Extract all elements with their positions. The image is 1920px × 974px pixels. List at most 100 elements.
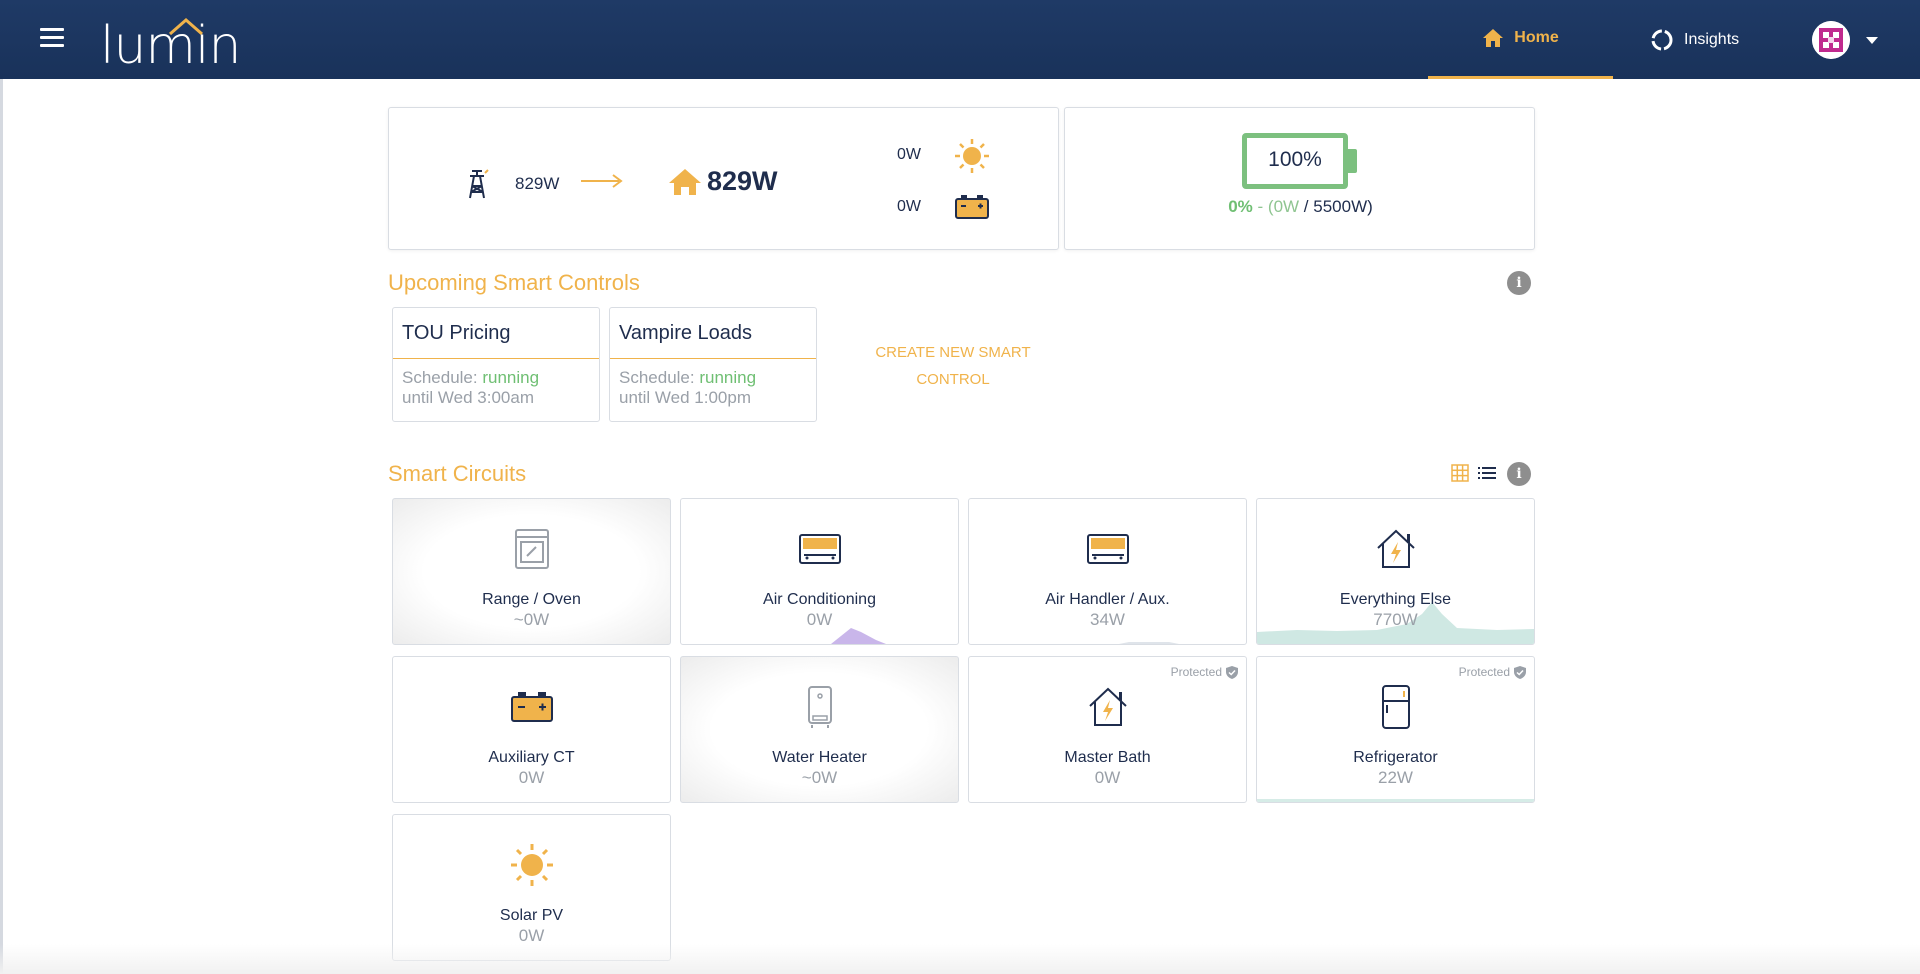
schedule-prefix: Schedule:	[619, 368, 700, 387]
home-icon	[669, 169, 701, 195]
battery-rate: 0%	[1228, 197, 1253, 216]
usage-sparkline	[1257, 799, 1534, 802]
nav-insights-label: Insights	[1684, 30, 1740, 48]
battery-power: 0W	[1273, 197, 1300, 216]
circuit-solar-pv[interactable]: Solar PV 0W	[392, 814, 671, 961]
house-bolt-icon	[1376, 529, 1415, 568]
circuit-value: 22W	[1378, 768, 1413, 787]
battery-rate-line: 0% - (0W / 5500W)	[1065, 197, 1536, 217]
circuit-range-oven[interactable]: Range / Oven ~0W	[392, 498, 671, 645]
schedule-status: running	[699, 368, 757, 387]
protected-badge: Protected	[1171, 665, 1238, 679]
circuit-name: Range / Oven	[482, 591, 581, 608]
smart-control-card-vampire[interactable]: Vampire Loads Schedule: running until We…	[609, 307, 817, 422]
avatar[interactable]	[1812, 21, 1850, 59]
bottom-edge	[0, 944, 1920, 974]
create-label-line1: CREATE NEW SMART	[875, 344, 1031, 361]
energy-flow-card: 829W 829W 0W 0W	[388, 107, 1059, 250]
sun-icon	[955, 139, 989, 173]
schedule-prefix: Schedule:	[402, 368, 483, 387]
water-heater-icon	[807, 686, 832, 728]
circuit-value: ~0W	[513, 610, 550, 629]
schedule-status: running	[482, 368, 540, 387]
circuit-value: ~0W	[801, 768, 838, 787]
circuit-air-handler[interactable]: Air Handler / Aux. 34W	[968, 498, 1247, 645]
circuit-name: Water Heater	[772, 749, 867, 766]
circuit-everything-else[interactable]: Everything Else 770W	[1256, 498, 1535, 645]
smart-control-name: TOU Pricing	[402, 322, 511, 344]
protected-label: Protected	[1458, 665, 1510, 679]
circuit-value: 0W	[1094, 768, 1121, 787]
logo-text: lumin	[100, 16, 241, 76]
schedule-until: until Wed 3:00am	[402, 388, 534, 407]
circuit-name: Air Handler / Aux.	[1045, 591, 1170, 608]
list-view-icon[interactable]	[1478, 466, 1496, 480]
avatar-pattern-icon	[1812, 21, 1850, 59]
usage-sparkline	[831, 628, 886, 644]
circuit-value: 770W	[1373, 610, 1418, 629]
power-tower-icon	[469, 169, 489, 199]
sun-icon	[510, 844, 553, 886]
battery-icon	[510, 692, 553, 722]
battery-gauge: 100%	[1242, 133, 1357, 189]
smart-control-schedule: Schedule: running until Wed 1:00pm	[619, 368, 756, 408]
battery-capacity: 5500W)	[1313, 197, 1373, 216]
circuit-name: Refrigerator	[1353, 749, 1438, 766]
house-bolt-icon	[1088, 687, 1127, 726]
circuit-water-heater[interactable]: Water Heater ~0W	[680, 656, 959, 803]
home-power-value: 829W	[707, 166, 778, 196]
lumin-logo[interactable]: lumin	[100, 12, 241, 72]
home-icon	[1483, 29, 1504, 47]
create-label-line2: CONTROL	[916, 371, 990, 388]
nav-home-tab[interactable]: Home	[1428, 0, 1613, 79]
flow-arrow-icon	[581, 174, 623, 188]
circuit-name: Master Bath	[1064, 749, 1151, 766]
oven-icon	[514, 529, 549, 569]
circuit-name: Auxiliary CT	[488, 749, 575, 766]
battery-slash: /	[1299, 197, 1314, 216]
smart-control-name: Vampire Loads	[619, 322, 753, 344]
grid-view-icon[interactable]	[1451, 464, 1469, 482]
page-left-edge	[0, 79, 3, 974]
top-navigation-bar: lumin Home Insights	[0, 0, 1920, 79]
smart-circuits-info-icon[interactable]: i	[1507, 462, 1531, 486]
grid-power-value: 829W	[515, 174, 560, 193]
protected-badge: Protected	[1459, 665, 1526, 679]
schedule-until: until Wed 1:00pm	[619, 388, 751, 407]
chevron-down-icon[interactable]	[1866, 36, 1878, 44]
circuit-name: Air Conditioning	[763, 591, 876, 608]
circuit-refrigerator[interactable]: Protected Refrigerator 22W	[1256, 656, 1535, 803]
smart-control-card-tou[interactable]: TOU Pricing Schedule: running until Wed …	[392, 307, 600, 422]
insights-icon	[1651, 29, 1673, 50]
menu-icon[interactable]	[40, 28, 64, 50]
divider	[393, 358, 599, 359]
nav-insights-tab[interactable]: Insights	[1650, 0, 1770, 79]
protected-label: Protected	[1170, 665, 1222, 679]
battery-status-card: 100% 0% - (0W / 5500W)	[1064, 107, 1535, 250]
solar-power-value: 0W	[897, 146, 921, 163]
circuit-value: 34W	[1090, 610, 1125, 629]
create-smart-control-button[interactable]: CREATE NEW SMART CONTROL	[858, 339, 1048, 393]
usage-sparkline	[1119, 642, 1179, 644]
circuit-auxiliary-ct[interactable]: Auxiliary CT 0W	[392, 656, 671, 803]
account-menu[interactable]	[1812, 20, 1884, 60]
refrigerator-icon	[1381, 685, 1410, 729]
battery-unit-icon	[1086, 534, 1129, 564]
battery-rate-sep: - (	[1252, 197, 1274, 216]
battery-percent: 100%	[1268, 148, 1322, 171]
circuit-value: 0W	[518, 768, 545, 787]
shield-check-icon	[1226, 665, 1238, 679]
circuit-master-bath[interactable]: Protected Master Bath 0W	[968, 656, 1247, 803]
nav-home-label: Home	[1514, 29, 1559, 46]
circuit-value: 0W	[518, 926, 545, 945]
smart-controls-info-icon[interactable]: i	[1507, 271, 1531, 295]
smart-control-schedule: Schedule: running until Wed 3:00am	[402, 368, 539, 408]
smart-controls-title: Upcoming Smart Controls	[388, 270, 640, 295]
battery-icon	[955, 195, 989, 219]
circuit-name: Everything Else	[1339, 591, 1452, 608]
shield-check-icon	[1514, 665, 1526, 679]
circuit-air-conditioning[interactable]: Air Conditioning 0W	[680, 498, 959, 645]
battery-unit-icon	[798, 534, 841, 564]
battery-power-value: 0W	[897, 198, 921, 215]
circuit-name: Solar PV	[499, 907, 564, 924]
